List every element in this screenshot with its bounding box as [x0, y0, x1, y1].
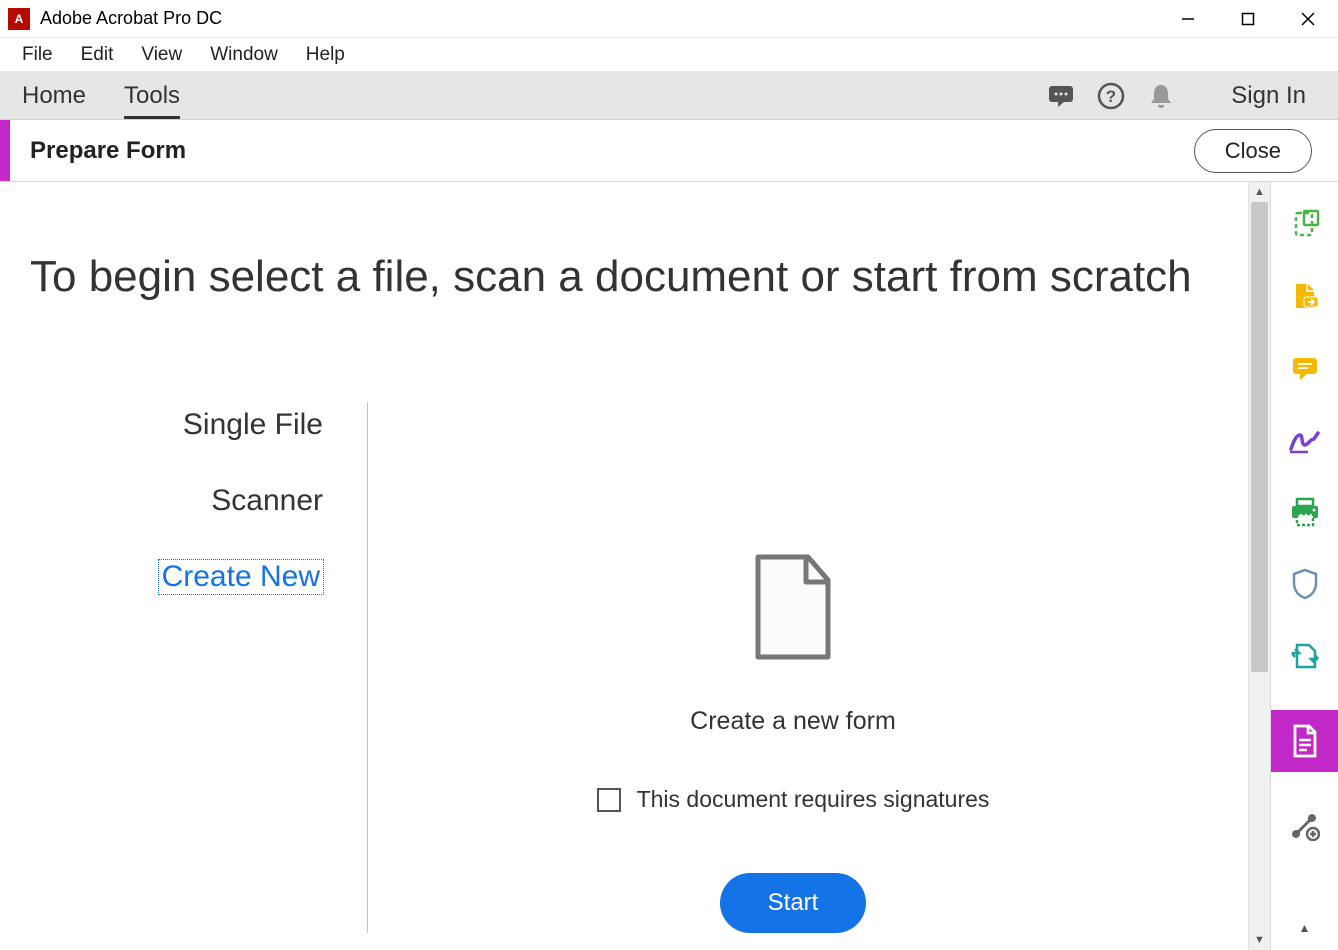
document-icon	[748, 552, 838, 667]
scroll-up-arrow[interactable]: ▲	[1249, 182, 1270, 202]
menu-help[interactable]: Help	[292, 38, 359, 71]
option-content-panel: Create a new form This document requires…	[368, 402, 1218, 933]
start-button[interactable]: Start	[720, 873, 867, 933]
notifications-icon[interactable]	[1141, 76, 1181, 116]
prepare-form-icon[interactable]	[1271, 710, 1338, 772]
scroll-down-arrow[interactable]: ▼	[1249, 930, 1270, 950]
source-options-list: Single File Scanner Create New	[30, 402, 368, 933]
scroll-thumb[interactable]	[1251, 202, 1268, 672]
svg-text:?: ?	[1106, 87, 1116, 106]
content: To begin select a file, scan a document …	[0, 182, 1248, 950]
maximize-button[interactable]	[1218, 0, 1278, 37]
option-create-new[interactable]: Create New	[159, 560, 323, 594]
menu-edit[interactable]: Edit	[67, 38, 128, 71]
optimize-icon[interactable]	[1271, 638, 1338, 674]
comments-icon[interactable]	[1041, 76, 1081, 116]
more-tools-icon[interactable]	[1271, 808, 1338, 844]
signatures-checkbox-label: This document requires signatures	[637, 786, 990, 813]
option-scanner[interactable]: Scanner	[211, 484, 323, 518]
print-icon[interactable]	[1271, 494, 1338, 530]
minimize-button[interactable]	[1158, 0, 1218, 37]
navbar: Home Tools ? Sign In	[0, 72, 1338, 120]
tool-header: Prepare Form Close	[0, 120, 1338, 182]
menubar: File Edit View Window Help	[0, 38, 1338, 72]
acrobat-app-icon: A	[8, 8, 30, 30]
create-pdf-icon[interactable]	[1271, 206, 1338, 242]
protect-icon[interactable]	[1271, 566, 1338, 602]
option-single-file[interactable]: Single File	[183, 408, 323, 442]
main-area: To begin select a file, scan a document …	[0, 182, 1338, 950]
export-pdf-icon[interactable]	[1271, 278, 1338, 314]
tool-title: Prepare Form	[30, 137, 1194, 165]
rail-expand-arrow[interactable]: ▲	[1271, 916, 1338, 940]
nav-tab-tools[interactable]: Tools	[124, 72, 180, 119]
titlebar: A Adobe Acrobat Pro DC	[0, 0, 1338, 38]
close-window-button[interactable]	[1278, 0, 1338, 37]
nav-tab-home[interactable]: Home	[22, 72, 86, 119]
comment-icon[interactable]	[1271, 350, 1338, 386]
menu-view[interactable]: View	[127, 38, 196, 71]
right-tool-rail: ▲	[1270, 182, 1338, 950]
signatures-checkbox-row[interactable]: This document requires signatures	[597, 786, 990, 813]
sign-in-link[interactable]: Sign In	[1231, 82, 1306, 110]
content-label: Create a new form	[690, 707, 896, 736]
tool-accent-bar	[0, 120, 10, 181]
menu-file[interactable]: File	[8, 38, 67, 71]
sign-icon[interactable]	[1271, 422, 1338, 458]
window-controls	[1158, 0, 1338, 37]
main-heading: To begin select a file, scan a document …	[30, 252, 1218, 302]
app-title: Adobe Acrobat Pro DC	[40, 8, 1158, 29]
menu-window[interactable]: Window	[196, 38, 292, 71]
vertical-scrollbar[interactable]: ▲ ▼	[1248, 182, 1270, 950]
close-tool-button[interactable]: Close	[1194, 129, 1312, 173]
options-row: Single File Scanner Create New Create a …	[30, 402, 1218, 933]
help-icon[interactable]: ?	[1091, 76, 1131, 116]
signatures-checkbox[interactable]	[597, 788, 621, 812]
